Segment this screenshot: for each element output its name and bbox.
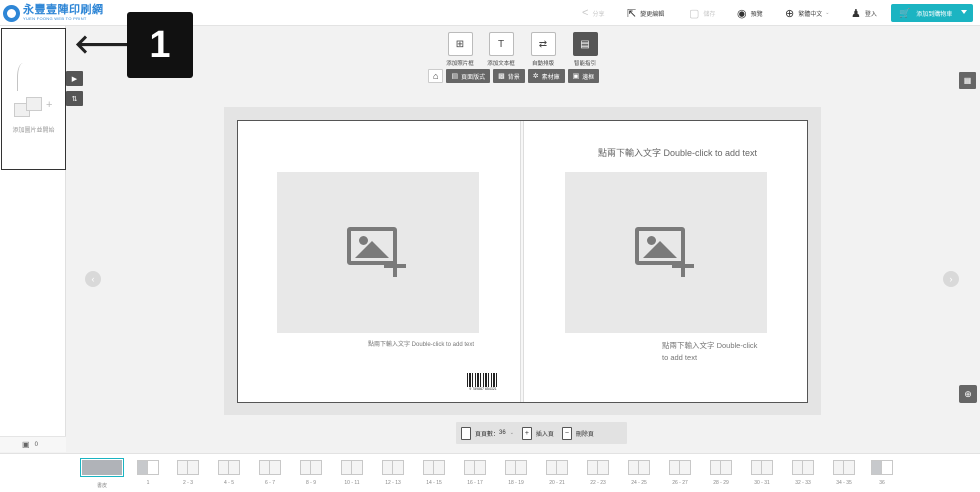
- right-photo-frame[interactable]: [565, 172, 767, 333]
- photo-icon: ▣: [22, 440, 30, 449]
- right-caption-text[interactable]: 點兩下輸入文字 Double-click to add text: [662, 340, 757, 364]
- editor-tabs: ⌂ ▤ 頁面版式 ▩ 背景 ✲ 素材庫 ▣ 邊框: [428, 69, 600, 83]
- background-icon: ▩: [498, 73, 505, 80]
- page-properties-button[interactable]: ▦: [959, 72, 976, 89]
- save-button[interactable]: ▢ 儲存: [689, 6, 715, 20]
- thumbnail-page[interactable]: 22 - 23: [578, 460, 618, 486]
- share-icon: <: [582, 7, 589, 19]
- chevron-right-icon: ›: [949, 274, 953, 284]
- chevron-down-icon: ⌄: [825, 10, 830, 16]
- auto-layout-tool[interactable]: ⇄ 自動排版: [523, 32, 563, 67]
- user-icon: ♟: [851, 7, 861, 20]
- logo-subtitle: YUEN FOONG WEB TO PRINT: [23, 16, 87, 21]
- add-image-icon: [347, 226, 409, 279]
- insert-page-icon: +: [521, 426, 532, 440]
- add-to-cart-button[interactable]: 🛒 添加到購物車: [891, 4, 973, 22]
- sort-icon: ⇅: [71, 95, 78, 103]
- delete-page-icon: −: [561, 426, 572, 440]
- left-photo-frame[interactable]: [277, 172, 479, 333]
- expand-panel-button[interactable]: ▶: [66, 71, 83, 86]
- eye-icon: ◉: [737, 7, 747, 20]
- barcode: [467, 369, 499, 387]
- layout-icon: ▤: [451, 73, 459, 80]
- auto-layout-icon: ⇄: [530, 32, 556, 56]
- tab-materials[interactable]: ✲ 素材庫: [527, 69, 565, 83]
- left-caption-text[interactable]: 點兩下輸入文字 Double-click to add text: [368, 339, 474, 348]
- home-icon: ⌂: [433, 71, 439, 81]
- thumbnail-page[interactable]: 20 - 21: [537, 460, 577, 486]
- smart-guide-tool[interactable]: ▤ 智能指引: [565, 32, 605, 67]
- thumbnail-page[interactable]: 8 - 9: [291, 460, 331, 486]
- cart-icon: 🛒: [899, 7, 911, 18]
- thumbnail-page[interactable]: 18 - 19: [496, 460, 536, 486]
- previous-page-button[interactable]: ‹: [85, 271, 101, 287]
- next-page-button[interactable]: ›: [943, 271, 959, 287]
- thumbnail-page[interactable]: 14 - 15: [414, 460, 454, 486]
- globe-icon: ⊕: [785, 7, 795, 20]
- zoom-in-icon: ⊕: [964, 388, 972, 399]
- sort-button[interactable]: ⇅: [66, 91, 83, 106]
- external-edit-icon: ⇱: [627, 7, 637, 20]
- thumbnail-page[interactable]: 1: [128, 460, 168, 486]
- thumbnail-page[interactable]: 10 - 11: [332, 460, 372, 486]
- add-photo-frame-tool[interactable]: ⊞ 添加照片框: [440, 32, 480, 67]
- chevron-down-icon[interactable]: [961, 10, 967, 14]
- page-count-select[interactable]: 頁頁數： 36 ⌄: [461, 426, 514, 440]
- thumbnail-page[interactable]: 6 - 7: [250, 460, 290, 486]
- thumbnail-page[interactable]: 4 - 5: [209, 460, 249, 486]
- play-icon: ▶: [71, 75, 78, 83]
- sparkle-icon: ✲: [532, 73, 539, 80]
- logo-mark-icon: [3, 4, 20, 22]
- brand-logo[interactable]: 永豐壹陣印刷網 YUEN FOONG WEB TO PRINT: [3, 3, 104, 23]
- photo-frame-icon: ⊞: [447, 32, 473, 56]
- tab-frame[interactable]: ▣ 邊框: [567, 69, 600, 83]
- thumbnail-page[interactable]: 36: [862, 460, 902, 486]
- thumbnail-cover[interactable]: 書皮: [80, 458, 124, 489]
- photo-panel: + 添加圖片並開始: [1, 28, 66, 170]
- home-button[interactable]: ⌂: [428, 69, 444, 83]
- thumbnail-page[interactable]: 24 - 25: [619, 460, 659, 486]
- edit-button[interactable]: ⇱ 變更編輯: [627, 6, 664, 20]
- preview-button[interactable]: ◉ 預覽: [737, 6, 763, 20]
- save-icon: ▢: [689, 7, 700, 20]
- thumbnail-page[interactable]: 16 - 17: [455, 460, 495, 486]
- language-select[interactable]: ⊕ 繁體中文 ⌄: [785, 6, 829, 20]
- document-icon: ▦: [963, 76, 972, 85]
- book-spine: [520, 121, 524, 402]
- tab-page-layout[interactable]: ▤ 頁面版式: [446, 69, 491, 83]
- text-frame-icon: T: [488, 32, 514, 56]
- add-image-icon: [635, 226, 697, 279]
- callout-step-number: 1: [127, 12, 193, 78]
- book-spread[interactable]: 點兩下輸入文字 Double-click to add text 9 78986…: [237, 120, 808, 403]
- pages-icon: [461, 426, 471, 440]
- panel-hint-text: 添加圖片並開始: [12, 128, 55, 134]
- thumbnail-page[interactable]: 2 - 3: [168, 460, 208, 486]
- chevron-left-icon: ‹: [91, 274, 95, 284]
- thumbnail-page[interactable]: 28 - 29: [701, 460, 741, 486]
- right-title-text[interactable]: 點兩下輸入文字 Double-click to add text: [538, 146, 817, 159]
- share-button[interactable]: < 分享: [582, 6, 604, 20]
- curved-arrow-icon: [17, 63, 29, 91]
- delete-page-button[interactable]: − 刪除頁: [561, 426, 594, 440]
- photos-placeholder-icon: +: [14, 97, 54, 119]
- frame-icon: ▣: [572, 73, 580, 80]
- page-controls: 頁頁數： 36 ⌄ + 插入頁 − 刪除頁: [456, 422, 627, 444]
- logo-title: 永豐壹陣印刷網: [23, 4, 104, 16]
- page-thumbnails: 書皮 1 2 - 3 4 - 5 6 - 7 8 - 9 10 - 11 12 …: [0, 453, 980, 492]
- tab-background[interactable]: ▩ 背景: [493, 69, 525, 83]
- zoom-button[interactable]: ⊕: [959, 385, 977, 403]
- thumbnail-page[interactable]: 34 - 35: [824, 460, 864, 486]
- add-text-frame-tool[interactable]: T 添加文本框: [481, 32, 521, 67]
- thumbnail-page[interactable]: 12 - 13: [373, 460, 413, 486]
- chevron-down-icon: ⌄: [509, 430, 514, 436]
- thumbnail-page[interactable]: 30 - 31: [742, 460, 782, 486]
- thumbnail-page[interactable]: 26 - 27: [660, 460, 700, 486]
- thumbnail-page[interactable]: 32 - 33: [783, 460, 823, 486]
- login-button[interactable]: ♟ 登入: [851, 6, 877, 20]
- barcode-number: 9 789867 654321: [469, 387, 497, 391]
- photo-count: ▣ 0: [0, 436, 66, 452]
- smart-guide-icon: ▤: [572, 32, 598, 56]
- insert-page-button[interactable]: + 插入頁: [521, 426, 554, 440]
